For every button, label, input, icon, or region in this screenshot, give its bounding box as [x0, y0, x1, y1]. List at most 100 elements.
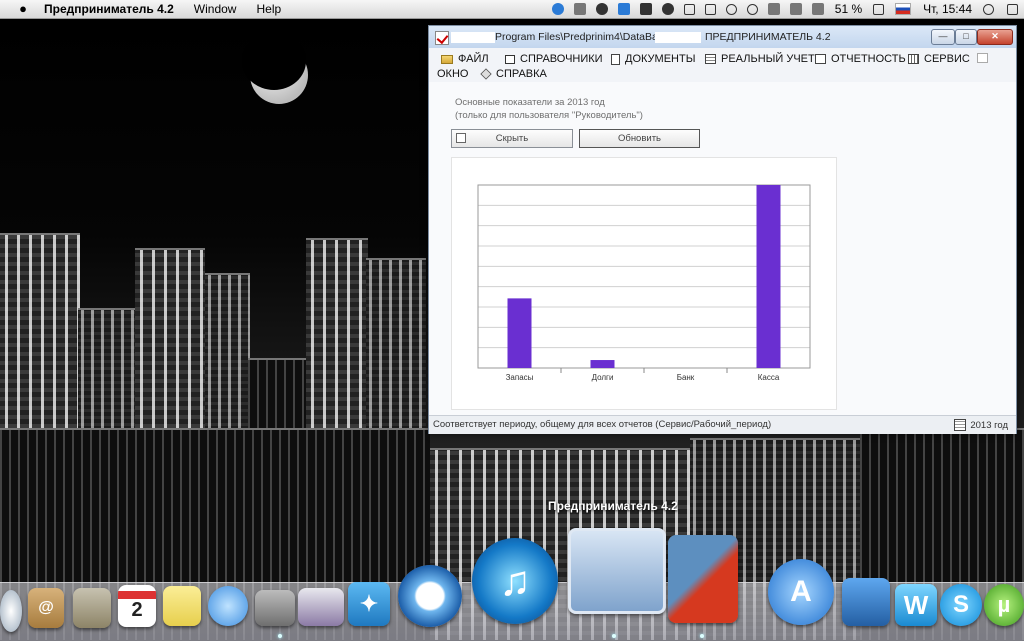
- wifi-icon[interactable]: [789, 3, 802, 15]
- mac-menu-bar: ● Предприниматель 4.2 Window Help 51 % Ч…: [0, 0, 1024, 19]
- twitter-status-icon[interactable]: [617, 3, 630, 15]
- safari-icon[interactable]: [398, 565, 462, 627]
- title-bar[interactable]: Program Files\Predprinim4\DataBase\ ПРЕД…: [429, 26, 1016, 48]
- menu-file-label: ФАЙЛ: [458, 53, 489, 65]
- spotlight-search-icon[interactable]: [983, 3, 994, 15]
- time-machine-icon[interactable]: [746, 3, 758, 15]
- refresh-button-label: Обновить: [617, 133, 661, 144]
- status-bar: Соответствует периоду, общему для всех о…: [429, 415, 1016, 434]
- minimize-button[interactable]: —: [931, 29, 955, 45]
- window-icon[interactable]: [683, 3, 695, 15]
- window-menu[interactable]: Window: [194, 2, 237, 16]
- menu-service[interactable]: СЕРВИС: [908, 53, 970, 65]
- messages-icon[interactable]: [208, 586, 248, 626]
- document-icon: [611, 53, 620, 65]
- chat-icon[interactable]: [725, 3, 737, 15]
- itunes-icon[interactable]: ♫: [472, 538, 558, 624]
- calendar-icon: [954, 419, 967, 431]
- dock-tooltip: Предприниматель 4.2: [548, 499, 678, 513]
- menu-real-accounting[interactable]: РЕАЛЬНЫЙ УЧЕТ: [705, 53, 815, 65]
- window-title: ПРЕДПРИНИМАТЕЛЬ 4.2: [705, 31, 831, 43]
- house-icon: [505, 54, 515, 64]
- skype-icon[interactable]: S: [940, 584, 982, 626]
- menu-extra[interactable]: [977, 53, 993, 63]
- menu-file[interactable]: ФАЙЛ: [441, 53, 489, 65]
- stickies-icon[interactable]: [163, 586, 201, 626]
- bar-1: [590, 360, 615, 368]
- status-year[interactable]: 2013 год: [954, 419, 1008, 431]
- menu-real-accounting-label: РЕАЛЬНЫЙ УЧЕТ: [721, 53, 815, 65]
- menu-documents[interactable]: ДОКУМЕНТЫ: [611, 53, 695, 65]
- hide-checkbox[interactable]: [456, 133, 466, 143]
- dropbox-icon[interactable]: [551, 3, 564, 15]
- bar-chart: Запасы Долги Банк Касса: [477, 184, 811, 382]
- help-icon: [480, 68, 492, 80]
- app-store-icon[interactable]: A: [768, 559, 834, 625]
- menu-reports-label: ОТЧЕТНОСТЬ: [831, 53, 906, 65]
- keyboard-layout-flag-icon[interactable]: [895, 3, 912, 15]
- word-icon[interactable]: W: [895, 584, 937, 626]
- apple-menu-icon[interactable]: ●: [16, 2, 30, 16]
- moon-image: [242, 32, 308, 104]
- battery-icon: [873, 3, 885, 15]
- maximize-button[interactable]: □: [955, 29, 977, 45]
- rabbit-icon[interactable]: [842, 578, 890, 626]
- skype-status-icon[interactable]: [639, 3, 652, 15]
- eagle-preview-icon[interactable]: [73, 588, 111, 628]
- menu-help[interactable]: СПРАВКА: [480, 68, 547, 80]
- notification-center-icon[interactable]: [1007, 3, 1018, 15]
- menu-reports[interactable]: ОТЧЕТНОСТЬ: [815, 53, 906, 65]
- utorrent-icon[interactable]: µ: [984, 584, 1024, 626]
- bluetooth-icon[interactable]: [767, 3, 780, 15]
- redacted-path-part: [451, 32, 495, 43]
- clock[interactable]: Чт, 15:44: [923, 2, 972, 16]
- caption-subtitle: (только для пользователя "Руководитель"): [455, 110, 643, 121]
- dashboard-content: Основные показатели за 2013 год (только …: [429, 82, 1016, 415]
- hide-button[interactable]: Скрыть: [451, 129, 573, 148]
- bar-3: [756, 185, 781, 368]
- menu-references[interactable]: СПРАВОЧНИКИ: [505, 53, 603, 65]
- menu-window[interactable]: ОКНО: [437, 68, 468, 80]
- table-icon: [705, 54, 716, 64]
- running-indicator: [700, 634, 704, 638]
- copy-icon[interactable]: [704, 3, 716, 15]
- chart-panel: Запасы Долги Банк Касса: [451, 157, 837, 410]
- status-period-text: Соответствует периоду, общему для всех о…: [433, 419, 772, 430]
- folder-icon: [441, 54, 453, 64]
- volume-icon[interactable]: [811, 3, 824, 15]
- help-menu[interactable]: Help: [256, 2, 281, 16]
- app-window: Program Files\Predprinim4\DataBase\ ПРЕД…: [428, 25, 1017, 434]
- app-menu[interactable]: Предприниматель 4.2: [44, 2, 174, 16]
- app-menu-bar: ФАЙЛ СПРАВОЧНИКИ ДОКУМЕНТЫ РЕАЛЬНЫЙ УЧЕТ…: [429, 48, 1016, 82]
- address-book-icon[interactable]: @: [28, 588, 64, 628]
- running-indicator: [278, 634, 282, 638]
- x-tick-label: Долги: [592, 373, 614, 382]
- menu-references-label: СПРАВОЧНИКИ: [520, 53, 603, 65]
- menu-service-label: СЕРВИС: [924, 53, 970, 65]
- service-icon: [908, 54, 919, 64]
- status-year-label: 2013 год: [970, 419, 1008, 431]
- battery-text[interactable]: 51 %: [835, 2, 862, 16]
- parallels-icon[interactable]: [668, 535, 738, 623]
- predprinimatel-app-icon[interactable]: [568, 528, 666, 614]
- app-window-icon: [435, 31, 449, 45]
- eye-icon[interactable]: [661, 3, 674, 15]
- bar-0: [507, 298, 532, 368]
- x-tick-label: Касса: [758, 373, 780, 382]
- sync-icon[interactable]: [595, 3, 608, 15]
- compass-icon[interactable]: [0, 590, 22, 632]
- menu-documents-label: ДОКУМЕНТЫ: [625, 53, 696, 65]
- photo-booth-icon[interactable]: [298, 588, 344, 626]
- twitter-icon[interactable]: ✦: [348, 582, 390, 626]
- facetime-icon[interactable]: [255, 590, 295, 626]
- calendar-icon[interactable]: 2: [118, 585, 156, 627]
- x-tick-label: Банк: [677, 373, 695, 382]
- caption-title: Основные показатели за 2013 год: [455, 97, 605, 108]
- refresh-button[interactable]: Обновить: [579, 129, 700, 148]
- evernote-icon[interactable]: [573, 3, 586, 15]
- menu-window-label: ОКНО: [437, 68, 469, 80]
- hide-button-label: Скрыть: [495, 133, 529, 144]
- close-button[interactable]: ✕: [977, 29, 1013, 45]
- menu-help-label: СПРАВКА: [496, 68, 547, 80]
- x-tick-label: Запасы: [506, 373, 534, 382]
